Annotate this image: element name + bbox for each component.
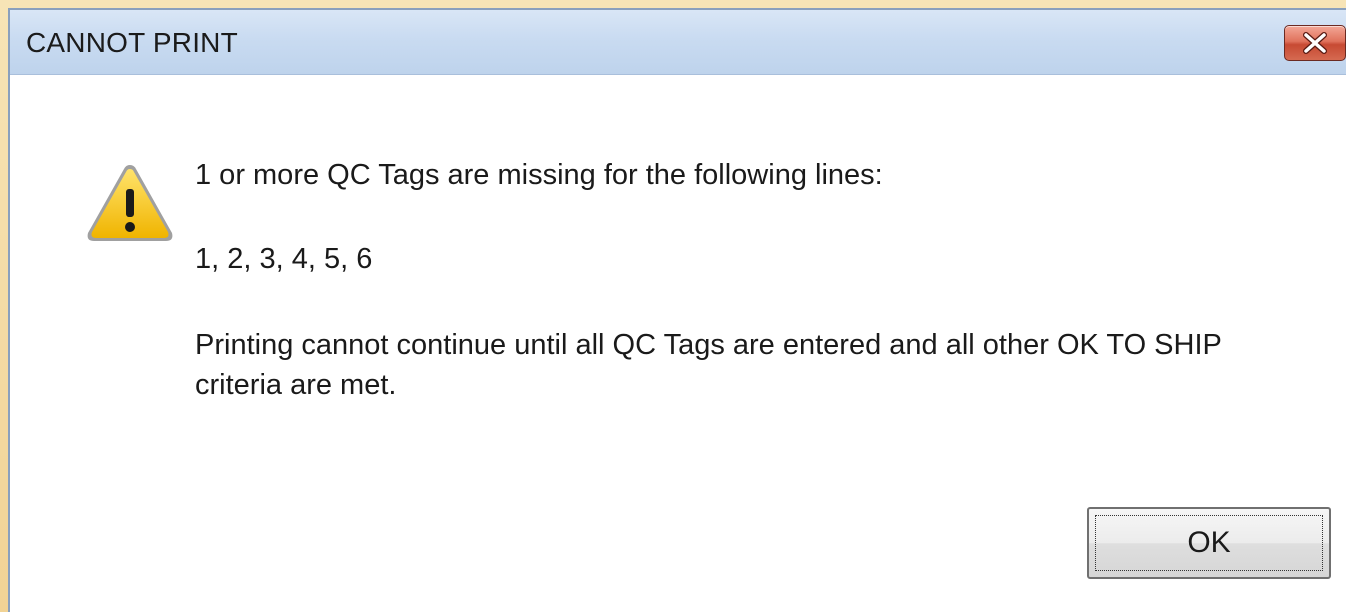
instruction-text: Printing cannot continue until all QC Ta… <box>195 329 1222 401</box>
missing-lines-text: 1, 2, 3, 4, 5, 6 <box>195 243 373 275</box>
message-dialog: CANNOT PRINT 1 or more QC Tags are missi… <box>8 8 1346 612</box>
dialog-content: 1 or more QC Tags are missing for the fo… <box>10 75 1346 612</box>
dialog-titlebar[interactable]: CANNOT PRINT <box>10 10 1346 75</box>
close-button[interactable] <box>1284 25 1346 61</box>
desktop-background: CANNOT PRINT 1 or more QC Tags are missi… <box>0 0 1346 612</box>
ok-button[interactable]: OK <box>1087 507 1331 579</box>
message-text: 1 or more QC Tags are missing for the fo… <box>195 159 883 191</box>
close-icon <box>1303 32 1327 54</box>
warning-icon <box>87 165 173 241</box>
dialog-title: CANNOT PRINT <box>26 27 238 58</box>
ok-button-label: OK <box>1187 526 1231 559</box>
ok-focus-ring: OK <box>1095 515 1323 571</box>
